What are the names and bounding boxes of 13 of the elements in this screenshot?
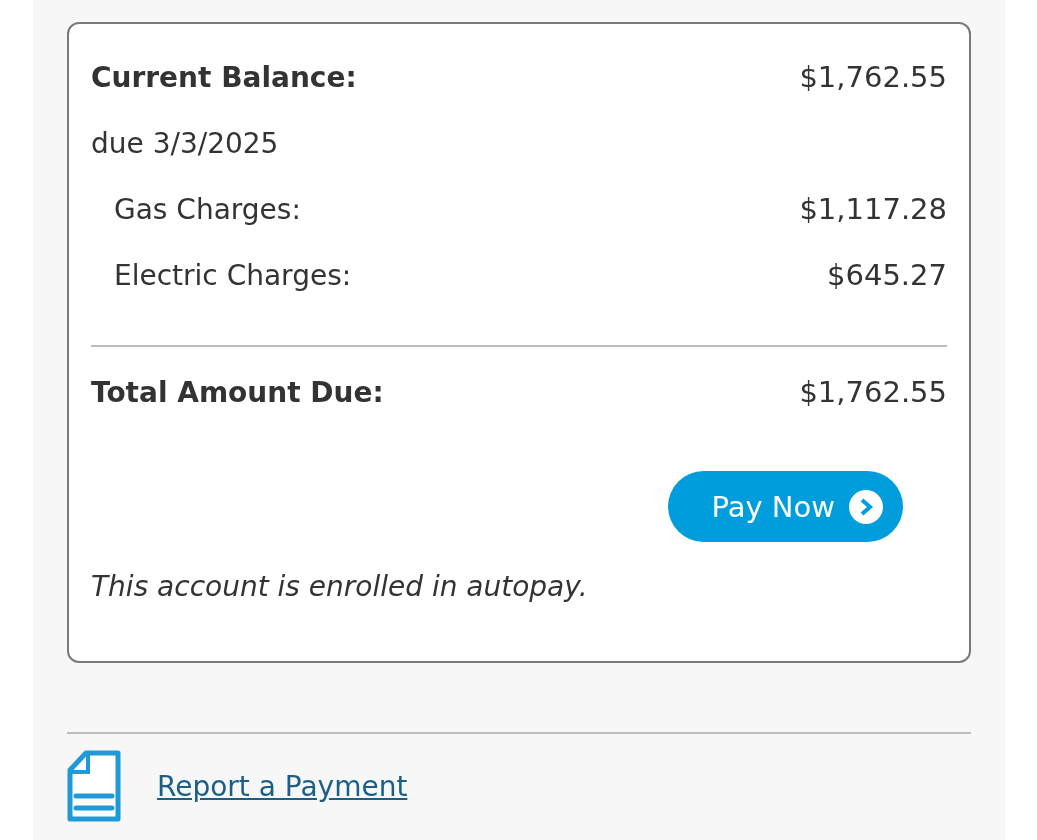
document-icon [67,750,121,822]
report-payment-link[interactable]: Report a Payment [157,769,408,803]
row-amount: $645.27 [827,258,947,292]
total-amount: $1,762.55 [799,375,947,409]
row-label: Electric Charges: [114,258,352,292]
chevron-icon [849,489,883,524]
due-date: due 3/3/2025 [91,126,279,160]
row-label: Gas Charges: [114,192,301,226]
total-label: Total Amount Due: [91,375,384,409]
autopay-note: This account is enrolled in autopay. [91,569,589,605]
row-amount: $1,117.28 [799,192,947,226]
row-label: Current Balance: [91,60,357,94]
row-amount: $1,762.55 [799,60,947,94]
